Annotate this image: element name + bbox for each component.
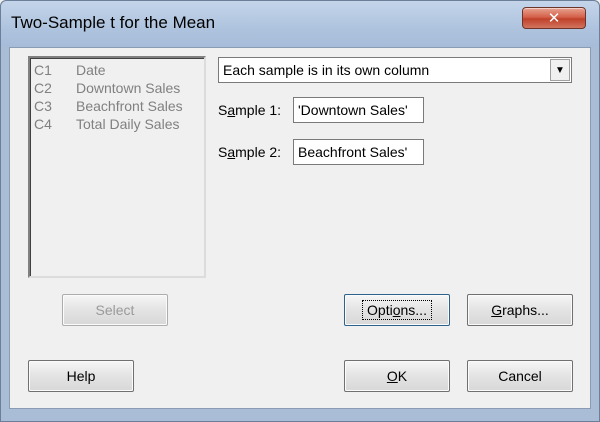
- list-item[interactable]: C2 Downtown Sales: [34, 79, 200, 97]
- variable-name: Total Daily Sales: [76, 116, 180, 132]
- variable-name: Date: [76, 62, 106, 78]
- dialog-title: Two-Sample t for the Mean: [11, 13, 216, 32]
- variable-name: Beachfront Sales: [76, 98, 183, 114]
- sample1-label: Sample 1:: [218, 102, 282, 118]
- list-item[interactable]: C3 Beachfront Sales: [34, 97, 200, 115]
- sample2-label: Sample 2:: [218, 144, 282, 160]
- help-button[interactable]: Help: [28, 360, 134, 392]
- close-icon: ✕: [547, 10, 561, 27]
- options-button[interactable]: Options...: [344, 294, 450, 326]
- sample1-field[interactable]: 'Downtown Sales': [293, 97, 424, 123]
- variable-column-id: C3: [34, 98, 52, 114]
- select-button[interactable]: Select: [62, 294, 168, 326]
- chevron-down-icon[interactable]: ▼: [550, 59, 570, 81]
- sample2-field[interactable]: Beachfront Sales': [293, 139, 424, 165]
- graphs-button[interactable]: Graphs...: [467, 294, 573, 326]
- list-item[interactable]: C1 Date: [34, 61, 200, 79]
- data-layout-selected: Each sample is in its own column: [223, 62, 430, 78]
- list-item[interactable]: C4 Total Daily Sales: [34, 115, 200, 133]
- variable-column-id: C2: [34, 80, 52, 96]
- variable-name: Downtown Sales: [76, 80, 181, 96]
- data-layout-dropdown[interactable]: Each sample is in its own column ▼: [218, 57, 572, 83]
- variable-column-id: C4: [34, 116, 52, 132]
- dialog-window: Two-Sample t for the Mean ✕ C1 Date C2 D…: [0, 0, 600, 422]
- cancel-button[interactable]: Cancel: [467, 360, 573, 392]
- title-bar[interactable]: Two-Sample t for the Mean ✕: [1, 1, 599, 47]
- ok-button[interactable]: OK: [344, 360, 450, 392]
- variable-column-id: C1: [34, 62, 52, 78]
- dialog-client-area: C1 Date C2 Downtown Sales C3 Beachfront …: [9, 47, 591, 409]
- close-button[interactable]: ✕: [522, 7, 586, 29]
- variable-list[interactable]: C1 Date C2 Downtown Sales C3 Beachfront …: [28, 56, 206, 278]
